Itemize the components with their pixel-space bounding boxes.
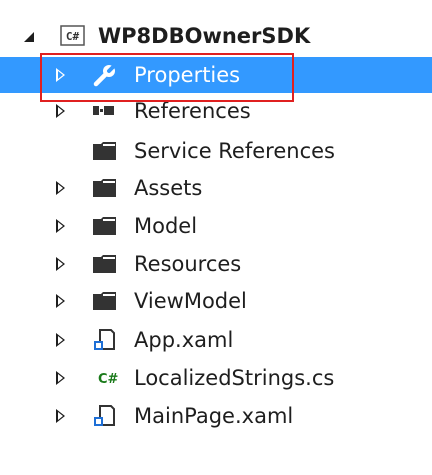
- wrench-icon: [92, 63, 118, 87]
- tree-item-label: Model: [134, 214, 198, 238]
- tree-item-label: Resources: [134, 252, 242, 276]
- collapsed-arrow-icon[interactable]: [56, 181, 65, 195]
- tree-item-label: Assets: [134, 176, 203, 200]
- tree-item-label: LocalizedStrings.cs: [134, 366, 335, 390]
- tree-item-label: MainPage.xaml: [134, 404, 294, 428]
- collapsed-arrow-icon[interactable]: [56, 257, 65, 271]
- tree-item-properties[interactable]: Properties: [0, 57, 432, 93]
- folder-icon: [92, 139, 118, 163]
- collapsed-arrow-icon[interactable]: [56, 409, 65, 423]
- tree-item-viewmodel[interactable]: ViewModel: [0, 283, 432, 319]
- tree-item-label: Properties: [134, 63, 241, 87]
- tree-item-assets[interactable]: Assets: [0, 170, 432, 206]
- csharp-file-icon: C#: [98, 369, 124, 393]
- tree-item-resources[interactable]: Resources: [0, 246, 432, 282]
- collapsed-arrow-icon[interactable]: [56, 333, 65, 347]
- folder-icon: [92, 214, 118, 238]
- tree-item-mainpage-xaml[interactable]: MainPage.xaml: [0, 398, 432, 434]
- tree-item-label: Service References: [134, 139, 335, 163]
- collapsed-arrow-icon[interactable]: [56, 294, 65, 308]
- tree-item-label: ViewModel: [134, 289, 247, 313]
- references-icon: [92, 99, 118, 123]
- collapsed-arrow-icon[interactable]: [56, 219, 65, 233]
- folder-icon: [92, 289, 118, 313]
- tree-item-label: References: [134, 99, 251, 123]
- folder-icon: [92, 176, 118, 200]
- project-badge-text: C#: [66, 30, 80, 43]
- tree-item-localizedstrings-cs[interactable]: C# LocalizedStrings.cs: [0, 360, 432, 396]
- collapsed-arrow-icon[interactable]: [56, 104, 65, 118]
- tree-item-model[interactable]: Model: [0, 208, 432, 244]
- collapsed-arrow-icon[interactable]: [56, 371, 65, 385]
- solution-explorer-tree: C# WP8DBOwnerSDK Properties References S…: [0, 0, 432, 475]
- xaml-file-icon: [92, 404, 118, 428]
- tree-item-references[interactable]: References: [0, 93, 432, 129]
- cs-file-badge-text: C#: [98, 372, 119, 387]
- tree-item-app-xaml[interactable]: App.xaml: [0, 322, 432, 358]
- expanded-arrow-icon[interactable]: [24, 32, 34, 42]
- collapsed-arrow-icon[interactable]: [56, 68, 65, 82]
- tree-item-project[interactable]: C# WP8DBOwnerSDK: [0, 18, 432, 54]
- project-label: WP8DBOwnerSDK: [98, 24, 311, 48]
- csharp-project-icon: C#: [60, 25, 86, 49]
- tree-item-service-references[interactable]: Service References: [0, 133, 432, 169]
- tree-item-label: App.xaml: [134, 328, 234, 352]
- xaml-file-icon: [92, 328, 118, 352]
- folder-icon: [92, 252, 118, 276]
